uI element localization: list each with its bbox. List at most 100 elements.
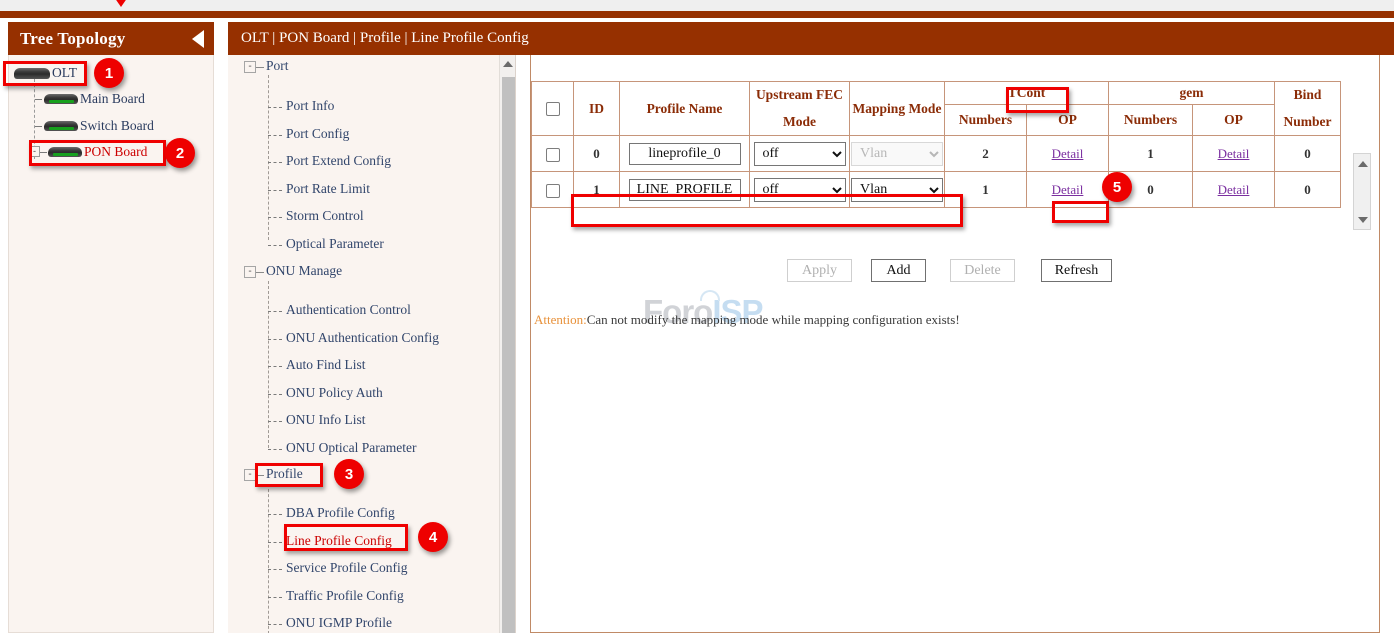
row-upstream-fec-cell: off xyxy=(750,136,850,172)
tree-item-switch-board[interactable]: Switch Board xyxy=(44,116,154,136)
table-row[interactable]: 0 off Vlan 2 Detail xyxy=(532,136,1341,172)
nav-item-optical-parameter[interactable]: Optical Parameter xyxy=(286,236,384,252)
header-upstream-fec-line1: Upstream FEC xyxy=(750,85,849,105)
tree-topology-header: Tree Topology xyxy=(8,22,214,55)
gem-detail-link[interactable]: Detail xyxy=(1218,182,1250,197)
top-background-strip xyxy=(0,0,1394,11)
nav-scroll-up-button[interactable] xyxy=(500,55,516,72)
header-bind-number: Bind Number xyxy=(1275,82,1341,136)
breadcrumb: OLT | PON Board | Profile | Line Profile… xyxy=(241,30,529,47)
row-gem-numbers: 1 xyxy=(1109,136,1193,172)
tree-item-olt[interactable]: OLT xyxy=(14,63,77,83)
tcont-detail-link[interactable]: Detail xyxy=(1052,146,1084,161)
header-upstream-fec-line2: Mode xyxy=(750,112,849,132)
nav-group-port[interactable]: Port xyxy=(266,58,289,74)
nav-branch-dash xyxy=(268,217,282,218)
header-tcont-numbers: Numbers xyxy=(945,105,1027,136)
tree-expander-pon-board[interactable]: - xyxy=(29,146,40,157)
nav-group-profile[interactable]: Profile xyxy=(266,466,303,482)
nav-branch-dash xyxy=(268,514,282,515)
nav-branch-dash xyxy=(268,245,282,246)
nav-item-port-extend-config[interactable]: Port Extend Config xyxy=(286,153,391,169)
nav-branch-dash xyxy=(268,394,282,395)
tree-branch-dash xyxy=(35,99,42,100)
header-bind-line2: Number xyxy=(1275,112,1340,132)
delete-button[interactable]: Delete xyxy=(950,259,1015,282)
nav-expander-port[interactable]: - xyxy=(244,61,256,73)
nav-branch-dash xyxy=(268,624,282,625)
nav-connector-line xyxy=(268,75,269,240)
tcont-detail-link[interactable]: Detail xyxy=(1052,182,1084,197)
nav-item-service-profile-config[interactable]: Service Profile Config xyxy=(286,560,407,576)
select-all-checkbox[interactable] xyxy=(546,102,560,116)
table-scroll-down-button[interactable] xyxy=(1354,212,1372,227)
nav-item-port-info[interactable]: Port Info xyxy=(286,98,334,114)
header-profile-name: Profile Name xyxy=(620,82,750,136)
collapse-panel-icon[interactable] xyxy=(192,30,204,48)
navigation-tree-panel: - Port Port Info Port Config Port Extend… xyxy=(228,55,516,633)
nav-item-dba-profile-config[interactable]: DBA Profile Config xyxy=(286,505,395,521)
header-tcont: TCont xyxy=(945,82,1109,105)
nav-item-line-profile-config[interactable]: Line Profile Config xyxy=(286,533,392,549)
nav-connector-line xyxy=(268,484,269,633)
row-tcont-numbers: 1 xyxy=(945,172,1027,208)
tree-item-main-board[interactable]: Main Board xyxy=(44,89,145,109)
nav-branch-dash xyxy=(268,421,282,422)
table-scroll-up-button[interactable] xyxy=(1354,156,1372,171)
nav-scrollbar[interactable] xyxy=(499,55,515,633)
apply-button[interactable]: Apply xyxy=(787,259,852,282)
annotation-badge-3: 3 xyxy=(334,459,364,489)
refresh-button[interactable]: Refresh xyxy=(1041,259,1112,282)
tree-item-label: OLT xyxy=(52,65,77,81)
app-root: Tree Topology OLT Main Board Switch Boar… xyxy=(0,0,1394,633)
row-upstream-fec-cell: off xyxy=(750,172,850,208)
nav-item-onu-info-list[interactable]: ONU Info List xyxy=(286,412,366,428)
row-bind-number: 0 xyxy=(1275,172,1341,208)
upstream-fec-select[interactable]: off xyxy=(754,178,846,202)
nav-branch-dash xyxy=(268,449,282,450)
nav-scroll-thumb[interactable] xyxy=(502,77,515,633)
nav-item-onu-optical-parameter[interactable]: ONU Optical Parameter xyxy=(286,440,416,456)
attention-note: Attention:Can not modify the mapping mod… xyxy=(534,312,960,328)
header-gem: gem xyxy=(1109,82,1275,105)
top-pointer-arrow-icon xyxy=(112,0,130,7)
row-checkbox[interactable] xyxy=(546,184,560,198)
nav-item-auto-find-list[interactable]: Auto Find List xyxy=(286,357,366,373)
upstream-fec-select[interactable]: off xyxy=(754,142,846,166)
nav-expander-profile[interactable]: - xyxy=(244,469,256,481)
row-select-cell xyxy=(532,172,574,208)
nav-item-storm-control[interactable]: Storm Control xyxy=(286,208,364,224)
header-gem-op: OP xyxy=(1193,105,1275,136)
tree-item-pon-board[interactable]: PON Board xyxy=(48,142,147,162)
table-row[interactable]: 1 off Vlan 1 Detail xyxy=(532,172,1341,208)
nav-group-onu-manage[interactable]: ONU Manage xyxy=(266,263,342,279)
nav-branch-dash xyxy=(268,542,282,543)
table-scrollbar[interactable] xyxy=(1353,153,1371,230)
row-checkbox[interactable] xyxy=(546,148,560,162)
nav-branch-dash xyxy=(256,272,264,273)
nav-item-onu-policy-auth[interactable]: ONU Policy Auth xyxy=(286,385,383,401)
nav-item-onu-igmp-profile[interactable]: ONU IGMP Profile xyxy=(286,615,392,631)
row-bind-number: 0 xyxy=(1275,136,1341,172)
nav-item-traffic-profile-config[interactable]: Traffic Profile Config xyxy=(286,588,404,604)
nav-item-port-rate-limit[interactable]: Port Rate Limit xyxy=(286,181,370,197)
profile-name-input[interactable] xyxy=(629,179,741,201)
device-icon xyxy=(44,121,78,131)
add-button[interactable]: Add xyxy=(871,259,926,282)
nav-item-onu-authentication-config[interactable]: ONU Authentication Config xyxy=(286,330,439,346)
nav-branch-dash xyxy=(268,339,282,340)
header-gem-numbers: Numbers xyxy=(1109,105,1193,136)
nav-expander-onu-manage[interactable]: - xyxy=(244,266,256,278)
tree-topology-title: Tree Topology xyxy=(20,29,125,49)
header-tcont-op: OP xyxy=(1027,105,1109,136)
nav-item-port-config[interactable]: Port Config xyxy=(286,126,349,142)
header-bind-line1: Bind xyxy=(1275,85,1340,105)
row-id: 0 xyxy=(574,136,620,172)
nav-item-authentication-control[interactable]: Authentication Control xyxy=(286,302,411,318)
profile-name-input[interactable] xyxy=(629,143,741,165)
nav-branch-dash xyxy=(268,597,282,598)
nav-branch-dash xyxy=(268,311,282,312)
mapping-mode-select[interactable]: Vlan xyxy=(851,178,943,202)
gem-detail-link[interactable]: Detail xyxy=(1218,146,1250,161)
nav-branch-dash xyxy=(268,190,282,191)
